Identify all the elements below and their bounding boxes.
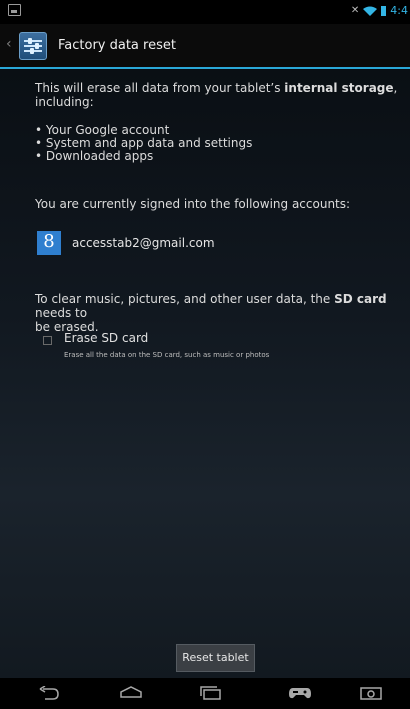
erase-sd-subtitle: Erase all the data on the SD card, such …: [64, 351, 270, 359]
no-location-icon: ✕: [350, 5, 360, 16]
page-title: Factory data reset: [58, 38, 176, 53]
navigation-bar: [0, 678, 410, 709]
account-email: accesstab2@gmail.com: [72, 236, 215, 250]
sd-card-text: To clear music, pictures, and other user…: [35, 292, 387, 334]
recent-apps-icon[interactable]: [200, 686, 222, 700]
erase-sd-title[interactable]: Erase SD card: [64, 331, 148, 345]
erase-items-list: Your Google account System and app data …: [35, 124, 252, 163]
screenshot-notification-icon: [8, 4, 21, 16]
home-icon[interactable]: [120, 686, 142, 698]
game-controller-icon[interactable]: [288, 686, 312, 700]
action-bar: ‹ Factory data reset: [0, 24, 410, 69]
clock: 4:4: [390, 4, 408, 17]
erase-sd-checkbox[interactable]: [43, 336, 52, 345]
wifi-icon: [363, 6, 378, 16]
signed-in-text: You are currently signed into the follow…: [35, 197, 351, 211]
reset-tablet-button[interactable]: Reset tablet: [176, 644, 255, 672]
up-caret-icon[interactable]: ‹: [6, 37, 14, 51]
back-icon[interactable]: [38, 686, 60, 700]
status-icons: ✕ 4:4: [351, 4, 408, 17]
content-area: This will erase all data from your table…: [0, 69, 410, 678]
google-account-icon: 8: [37, 231, 61, 255]
intro-text: This will erase all data from your table…: [35, 81, 398, 109]
status-bar: ✕ 4:4: [0, 0, 410, 24]
settings-app-icon[interactable]: [19, 32, 47, 60]
list-item: Downloaded apps: [35, 150, 252, 163]
screenshot-icon[interactable]: [360, 686, 382, 700]
battery-icon: [381, 5, 387, 16]
